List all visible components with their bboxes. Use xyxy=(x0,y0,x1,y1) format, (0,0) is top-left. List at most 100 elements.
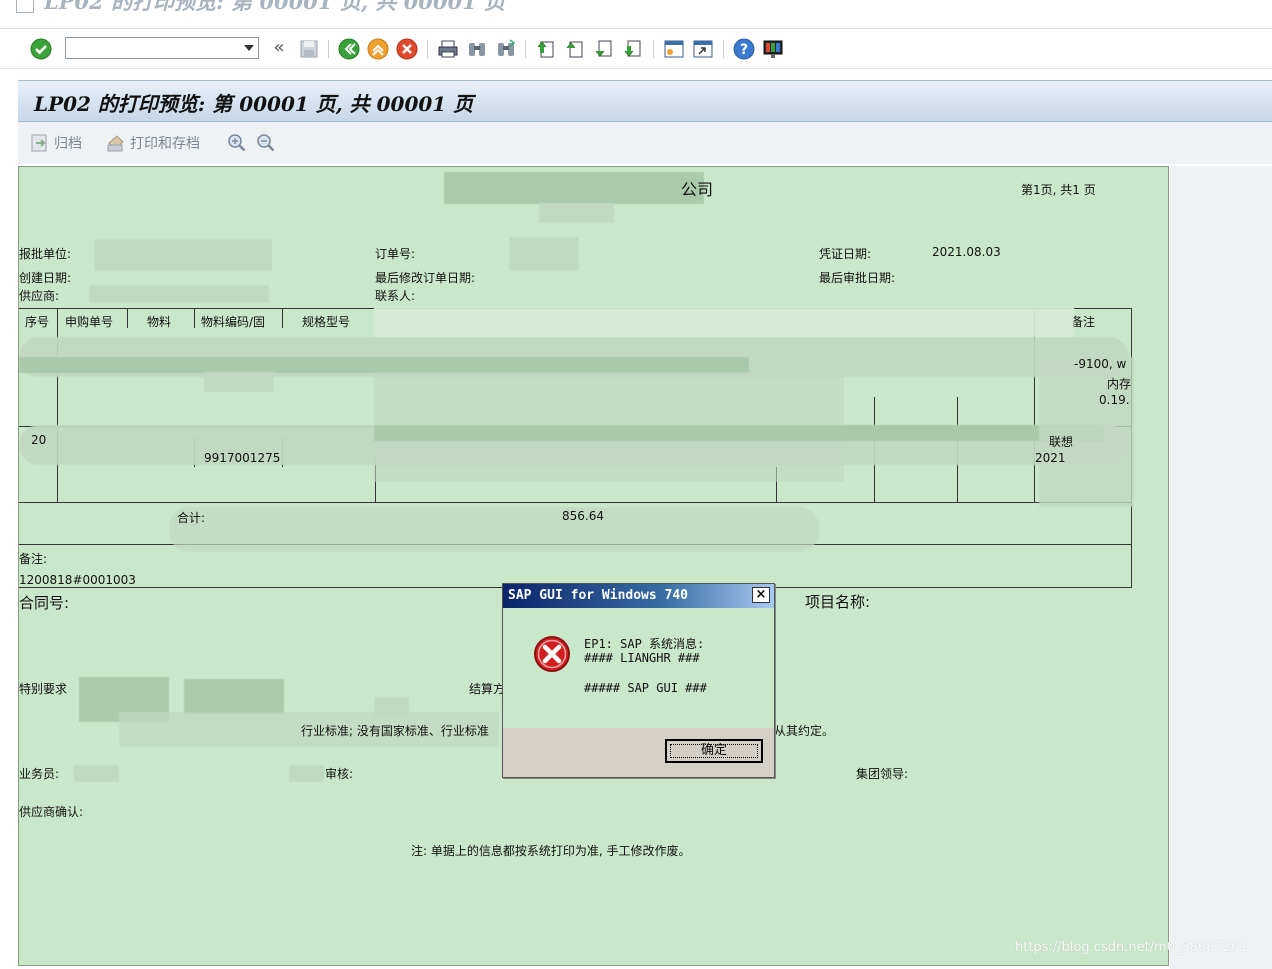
special-requirements-label: 特别要求 xyxy=(19,682,68,696)
help-icon[interactable]: ? xyxy=(733,38,755,60)
toolbar-separator xyxy=(525,40,526,58)
supplier-label: 供应商: xyxy=(19,289,60,303)
voucher-date-label: 凭证日期: xyxy=(819,247,872,261)
back-icon[interactable] xyxy=(338,38,360,60)
col-spec: 规格型号 xyxy=(302,315,351,329)
error-dialog: SAP GUI for Windows 740 × EP1: SAP 系统消息:… xyxy=(502,583,775,778)
group-leader-label: 集团领导: xyxy=(856,767,909,781)
print-archive-label: 打印和存档 xyxy=(130,136,200,152)
agreement-text: 从其约定。 xyxy=(774,724,835,738)
command-input[interactable] xyxy=(66,39,242,59)
new-session-icon[interactable] xyxy=(663,38,685,60)
obscured-region xyxy=(444,172,704,204)
project-name-label: 项目名称: xyxy=(805,593,871,611)
customize-layout-icon[interactable] xyxy=(762,38,784,60)
total-label: 合计: xyxy=(177,511,206,525)
remarks-label: 备注: xyxy=(19,552,48,566)
prev-page-icon[interactable] xyxy=(564,38,586,60)
next-page-icon[interactable] xyxy=(593,38,615,60)
zoom-in-icon xyxy=(228,134,246,152)
settlement-label: 结算方 xyxy=(469,682,506,696)
window-title-text: LP02 的打印预览: 第 00001 页, 共 00001 页 xyxy=(44,0,506,14)
col-seq: 序号 xyxy=(25,315,50,329)
remark-fragment: 2021 xyxy=(1035,451,1066,465)
dialog-title: SAP GUI for Windows 740 xyxy=(508,588,689,603)
exit-icon[interactable] xyxy=(367,38,389,60)
find-next-icon[interactable] xyxy=(495,38,517,60)
zoom-out-icon xyxy=(257,134,275,152)
first-page-icon[interactable] xyxy=(535,38,557,60)
table-border xyxy=(19,502,1132,503)
page-info: 第1页, 共1 页 xyxy=(1021,183,1096,197)
order-no-label: 订单号: xyxy=(375,247,416,261)
find-icon[interactable] xyxy=(466,38,488,60)
print-preview-document[interactable]: 公司 第1页, 共1 页 报批单位: 创建日期: 供应商: 订单号: 最后修改订… xyxy=(18,166,1169,966)
zoom-out-button[interactable] xyxy=(256,132,276,154)
review-label: 审核: xyxy=(325,767,354,781)
remark-fragment: 0.19. xyxy=(1099,393,1130,407)
obscured-region xyxy=(74,765,119,782)
window-title: LP02 的打印预览: 第 00001 页, 共 00001 页 xyxy=(16,0,505,14)
edit-icon xyxy=(16,0,34,13)
archive-label: 归档 xyxy=(54,136,82,152)
check-icon[interactable] xyxy=(30,38,52,60)
contact-label: 联系人: xyxy=(375,289,416,303)
application-toolbar: 归档 打印和存档 xyxy=(18,122,1272,164)
standard-toolbar: « ? xyxy=(0,30,1272,69)
last-page-icon[interactable] xyxy=(622,38,644,60)
toolbar-separator xyxy=(328,40,329,58)
col-request-no: 申购单号 xyxy=(65,315,114,329)
dialog-message-line2: #### LIANGHR ### xyxy=(584,651,700,665)
page-title: LP02 的打印预览: 第 00001 页, 共 00001 页 xyxy=(34,92,474,116)
report-unit-label: 报批单位: xyxy=(19,247,72,261)
watermark: https://blog.csdn.net/m0_58667261 xyxy=(1015,940,1248,955)
last-approval-label: 最后审批日期: xyxy=(819,271,896,285)
reference-no: 1200818#0001003 xyxy=(19,573,136,587)
remark-fragment: 联想 xyxy=(1049,435,1074,449)
dialog-title-bar[interactable]: SAP GUI for Windows 740 × xyxy=(503,584,774,608)
obscured-region xyxy=(89,285,269,303)
standards-text: 行业标准; 没有国家标准、行业标准 xyxy=(301,724,489,738)
col-material-code: 物料编码/固 xyxy=(201,315,266,329)
chevron-down-icon[interactable] xyxy=(244,45,254,51)
dialog-message-line1: EP1: SAP 系统消息: xyxy=(584,637,705,651)
svg-text:?: ? xyxy=(740,42,748,58)
obscured-region xyxy=(289,765,324,782)
zoom-in-button[interactable] xyxy=(227,132,247,154)
archive-button[interactable]: 归档 xyxy=(30,132,82,154)
col-remarks: 备注 xyxy=(1071,315,1096,329)
footer-note: 注: 单据上的信息都按系统打印为准, 手工修改作废。 xyxy=(411,844,691,858)
toolbar-separator xyxy=(653,40,654,58)
error-icon xyxy=(533,635,571,673)
supplier-confirm-label: 供应商确认: xyxy=(19,805,84,819)
toolbar-separator xyxy=(723,40,724,58)
contract-no-label: 合同号: xyxy=(19,594,70,612)
archive-icon xyxy=(31,134,47,152)
create-date-label: 创建日期: xyxy=(19,271,72,285)
obscured-region xyxy=(184,679,284,714)
cancel-icon[interactable] xyxy=(396,38,418,60)
print-archive-button[interactable]: 打印和存档 xyxy=(106,132,200,154)
col-material: 物料 xyxy=(147,315,172,329)
column-divider xyxy=(127,308,128,328)
ok-button[interactable]: 确定 xyxy=(665,739,763,763)
back-double-icon[interactable]: « xyxy=(268,38,290,60)
obscured-region xyxy=(204,372,274,392)
print-archive-icon xyxy=(107,135,124,152)
screen-header: LP02 的打印预览: 第 00001 页, 共 00001 页 xyxy=(18,80,1272,122)
remark-fragment: -9100, w xyxy=(1074,357,1127,371)
close-button[interactable]: × xyxy=(752,587,770,603)
voucher-date-value: 2021.08.03 xyxy=(932,245,1001,259)
title-separator xyxy=(0,28,1272,29)
shortcut-icon[interactable] xyxy=(692,38,714,60)
obscured-region xyxy=(374,425,1104,441)
obscured-region xyxy=(94,239,272,271)
command-field[interactable] xyxy=(65,37,259,59)
column-divider xyxy=(194,308,195,328)
print-icon[interactable] xyxy=(437,38,459,60)
toolbar-separator xyxy=(427,40,428,58)
obscured-region xyxy=(539,203,614,223)
row-seq: 20 xyxy=(31,433,47,447)
obscured-region xyxy=(169,507,819,552)
save-icon[interactable] xyxy=(298,38,320,60)
